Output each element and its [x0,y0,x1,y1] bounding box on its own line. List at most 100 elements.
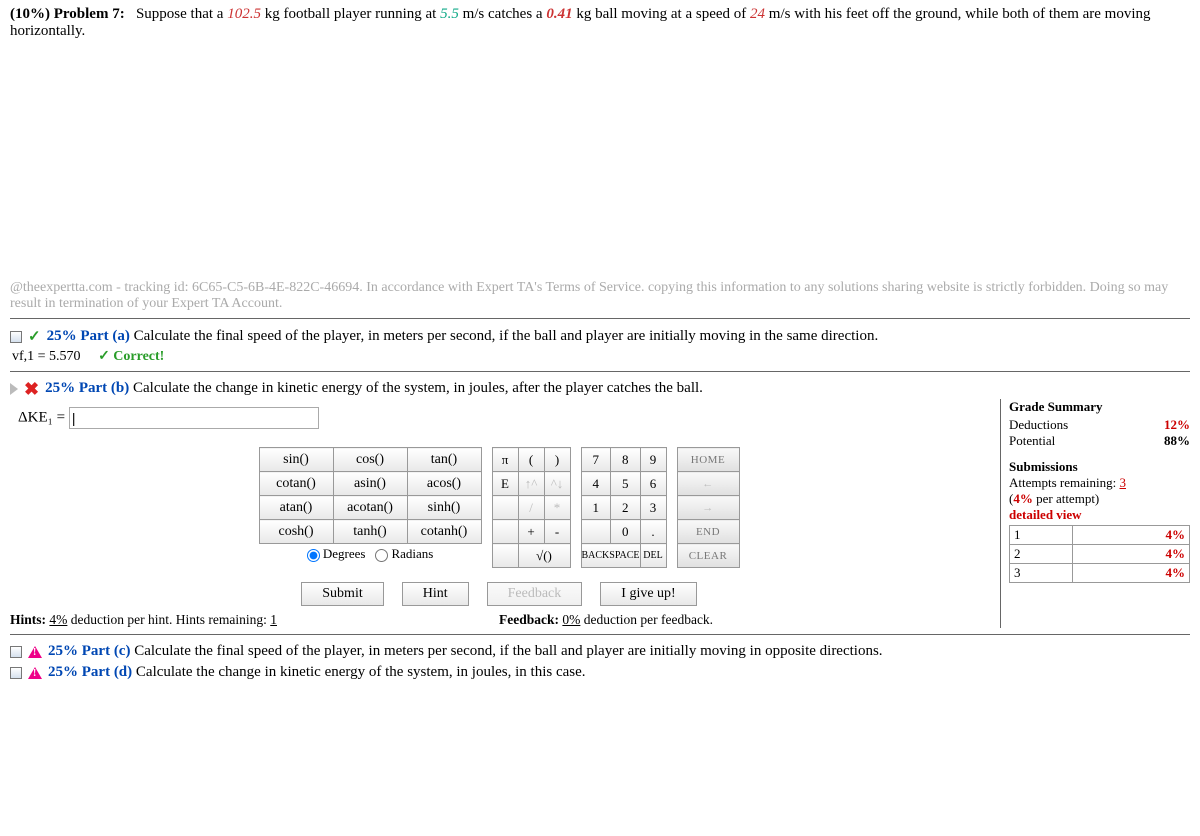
part-a-title: 25% Part (a) [47,328,130,344]
key-acos[interactable]: acos() [407,472,481,496]
hint-button[interactable]: Hint [402,582,469,606]
separator [10,634,1190,635]
key-8[interactable]: 8 [611,448,641,472]
key-e[interactable]: E [492,472,518,496]
number-grid: 789 456 123 0. BACKSPACEDEL [581,447,667,568]
t0: Suppose that a [136,6,227,22]
key-6[interactable]: 6 [640,472,666,496]
part-a-row: ✓ 25% Part (a) Calculate the final speed… [10,325,1190,348]
att-pre: Attempts remaining: [1009,475,1119,490]
key-home[interactable]: HOME [677,448,739,472]
key-end[interactable]: END [677,520,739,544]
key-tan[interactable]: tan() [407,448,481,472]
action-row: Submit Hint Feedback I give up! [10,582,988,606]
problem-percent: (10%) [10,6,50,22]
func-grid: sin()cos()tan() cotan()asin()acos() atan… [259,447,482,544]
key-asin[interactable]: asin() [333,472,407,496]
key-clear[interactable]: CLEAR [677,544,739,568]
key-nblank [581,520,611,544]
key-cos[interactable]: cos() [333,448,407,472]
part-b-text: Calculate the change in kinetic energy o… [129,380,703,396]
part-d-row: 25% Part (d) Calculate the change in kin… [10,662,1190,683]
key-7[interactable]: 7 [581,448,611,472]
key-sub[interactable]: ^↓ [544,472,570,496]
key-backspace[interactable]: BACKSPACE [581,544,640,568]
part-a-text: Calculate the final speed of the player,… [130,328,878,344]
key-1[interactable]: 1 [581,496,611,520]
key-del[interactable]: DEL [640,544,666,568]
giveup-button[interactable]: I give up! [600,582,696,606]
collapse-icon[interactable] [10,667,22,679]
key-cotan[interactable]: cotan() [259,472,333,496]
key-mul[interactable]: * [544,496,570,520]
key-2[interactable]: 2 [611,496,641,520]
t3: kg ball moving at a speed of [573,6,750,22]
key-sup[interactable]: ↑^ [518,472,544,496]
hints-remaining: 1 [270,612,277,627]
part-d-title: 25% Part (d) [48,664,132,680]
key-dot[interactable]: . [640,520,666,544]
key-tanh[interactable]: tanh() [333,520,407,544]
equation-line: ΔKE₁ = [18,407,988,429]
attempts-remaining: Attempts remaining: 3 [1009,475,1190,491]
collapse-icon[interactable] [10,646,22,658]
key-plus[interactable]: + [518,520,544,544]
attempts-table: 14% 24% 34% [1009,525,1190,583]
degrees-option[interactable]: Degrees [307,546,366,561]
key-sin[interactable]: sin() [259,448,333,472]
key-rparen[interactable]: ) [544,448,570,472]
key-div[interactable]: / [518,496,544,520]
key-blank3 [492,544,518,568]
grade-table: Deductions12% Potential88% [1009,417,1190,449]
key-5[interactable]: 5 [611,472,641,496]
rad-label: Radians [391,546,433,561]
answer-input[interactable] [69,407,319,429]
part-c-text: Calculate the final speed of the player,… [130,643,882,659]
key-left[interactable]: ← [677,472,739,496]
fb-pre: Feedback: [499,612,562,627]
key-4[interactable]: 4 [581,472,611,496]
radians-option[interactable]: Radians [375,546,433,561]
detailed-view-link[interactable]: detailed view [1009,507,1190,523]
part-c-title: 25% Part (c) [48,643,130,659]
at3-n: 3 [1010,564,1073,583]
separator [10,318,1190,319]
key-cosh[interactable]: cosh() [259,520,333,544]
feedback-button[interactable]: Feedback [487,582,583,606]
x-icon: ✖ [24,383,39,395]
submit-button[interactable]: Submit [301,582,383,606]
problem-label: Problem 7: [54,6,125,22]
key-cotanh[interactable]: cotanh() [407,520,481,544]
operator-grid: π() E↑^^↓ /* +- √() [492,447,571,568]
t1: kg football player running at [261,6,440,22]
key-pi[interactable]: π [492,448,518,472]
tracking-notice: @theexpertta.com - tracking id: 6C65-C5-… [10,280,1190,312]
key-sinh[interactable]: sinh() [407,496,481,520]
at2-n: 2 [1010,545,1073,564]
expand-icon[interactable] [10,383,18,395]
att-n: 3 [1119,475,1126,490]
key-9[interactable]: 9 [640,448,666,472]
key-0[interactable]: 0 [611,520,641,544]
at2-p: 4% [1073,545,1190,564]
key-minus[interactable]: - [544,520,570,544]
separator [10,371,1190,372]
angle-mode: Degrees Radians [259,544,482,562]
potential-label: Potential [1009,433,1135,449]
key-lparen[interactable]: ( [518,448,544,472]
key-3[interactable]: 3 [640,496,666,520]
key-atan[interactable]: atan() [259,496,333,520]
t2: m/s catches a [459,6,546,22]
problem-header: (10%) Problem 7: Suppose that a 102.5 kg… [10,6,1190,40]
key-acotan[interactable]: acotan() [333,496,407,520]
key-right[interactable]: → [677,496,739,520]
grade-panel: Grade Summary Deductions12% Potential88%… [1000,399,1190,628]
mass-player: 102.5 [227,6,261,22]
at1-n: 1 [1010,526,1073,545]
collapse-icon[interactable] [10,331,22,343]
hints-pre: Hints: [10,612,49,627]
keypad: sin()cos()tan() cotan()asin()acos() atan… [10,447,988,568]
key-sqrt[interactable]: √() [518,544,570,568]
at3-p: 4% [1073,564,1190,583]
correct-label: ✓ Correct! [98,349,164,364]
